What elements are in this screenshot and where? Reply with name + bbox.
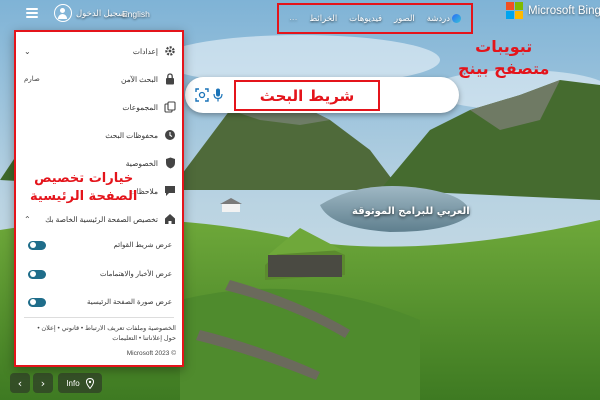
menu-icon[interactable] <box>26 8 38 18</box>
annotation-tabs: تبويبات متصفح بينج <box>458 36 549 80</box>
chevron-right-icon: › <box>40 376 46 390</box>
info-button[interactable]: Info <box>58 373 102 393</box>
tab-more[interactable]: ··· <box>289 14 298 24</box>
settings-header[interactable]: إعدادات ⌄ <box>16 42 182 60</box>
annotation-tabs-line2: متصفح بينج <box>458 59 550 78</box>
signin-button[interactable]: تسجيل الدخول <box>54 4 128 22</box>
toggle-menu-bar[interactable] <box>28 240 46 250</box>
tab-maps[interactable]: الخرائط <box>309 13 337 24</box>
brand-name: Microsoft Bing <box>528 4 600 17</box>
prev-image-button[interactable]: ‹ <box>10 373 30 393</box>
footer-line-1[interactable]: الخصوصية وملفات تعريف الارتباط • قانوني … <box>24 324 176 334</box>
annotation-customize: خيارات تخصيص الصفحة الرئيسية <box>30 170 137 206</box>
bing-chat-icon <box>452 14 462 23</box>
privacy-label: الخصوصية <box>125 158 158 168</box>
microsoft-logo-icon <box>506 2 523 19</box>
settings-title: إعدادات <box>132 46 158 56</box>
nav-tabs: ··· الخرائط فيديوهات الصور دردشة <box>277 3 473 34</box>
tab-images[interactable]: الصور <box>394 13 415 24</box>
microphone-icon[interactable] <box>213 88 223 102</box>
customize-homepage-title: تخصيص الصفحة الرئيسية الخاصة بك <box>45 214 158 224</box>
toggle-homepage-image-label: عرض صورة الصفحة الرئيسية <box>86 299 172 306</box>
annotation-tabs-line1: تبويبات <box>475 37 533 56</box>
history-label: محفوظات البحث <box>105 130 158 140</box>
toggle-row-news: عرض الأخبار والاهتمامات <box>16 266 182 282</box>
settings-item-collections[interactable]: المجموعات <box>16 98 182 116</box>
signin-label: تسجيل الدخول <box>76 7 129 18</box>
history-icon <box>164 129 176 141</box>
safesearch-value: صارم <box>24 76 40 83</box>
settings-item-history[interactable]: محفوظات البحث <box>16 126 182 144</box>
bing-logo[interactable]: Microsoft Bing <box>506 2 600 19</box>
divider <box>24 317 174 318</box>
home-icon <box>164 213 176 225</box>
chevron-down-icon: ⌄ <box>24 46 31 56</box>
lock-icon <box>164 73 176 85</box>
watermark-text: العربي للبرامج الموثوقة <box>352 206 470 217</box>
tab-chat-label: دردشة <box>426 13 451 23</box>
toggle-news[interactable] <box>28 269 46 279</box>
annotation-search-bar: شريط البحث <box>234 80 380 111</box>
toggle-row-menu-bar: عرض شريط القوائم <box>16 237 182 253</box>
annotation-search-label: شريط البحث <box>259 86 355 105</box>
info-label: Info <box>66 378 80 388</box>
chevron-up-icon: ⌃ <box>24 214 31 224</box>
collections-icon <box>164 101 176 113</box>
tab-videos[interactable]: فيديوهات <box>349 13 382 24</box>
toggle-menu-bar-label: عرض شريط القوائم <box>113 242 173 249</box>
toggle-row-homepage-image: عرض صورة الصفحة الرئيسية <box>16 294 182 310</box>
location-pin-icon <box>85 377 94 389</box>
tab-chat[interactable]: دردشة <box>426 13 462 24</box>
toggle-news-label: عرض الأخبار والاهتمامات <box>99 271 172 278</box>
feedback-icon <box>164 185 176 197</box>
copyright: © Microsoft 2023 <box>126 350 176 357</box>
next-image-button[interactable]: › <box>33 373 53 393</box>
safesearch-label: البحث الآمن <box>120 74 158 84</box>
avatar-icon <box>54 4 72 22</box>
customize-homepage-header[interactable]: تخصيص الصفحة الرئيسية الخاصة بك ⌃ <box>16 210 182 228</box>
gear-icon <box>164 45 176 57</box>
annotation-customize-line1: خيارات تخصيص <box>34 171 134 186</box>
toggle-homepage-image[interactable] <box>28 297 46 307</box>
shield-icon <box>164 157 176 169</box>
chevron-left-icon: ‹ <box>17 376 23 390</box>
visual-search-icon[interactable] <box>195 88 209 102</box>
footer-links[interactable]: الخصوصية وملفات تعريف الارتباط • قانوني … <box>24 324 176 344</box>
language-link[interactable]: English <box>122 9 150 19</box>
collections-label: المجموعات <box>122 102 158 112</box>
settings-item-safesearch[interactable]: البحث الآمن صارم <box>16 70 182 88</box>
footer-line-2[interactable]: حول إعلاناتنا • التعليمات <box>24 334 176 344</box>
annotation-customize-line2: الصفحة الرئيسية <box>30 189 138 204</box>
